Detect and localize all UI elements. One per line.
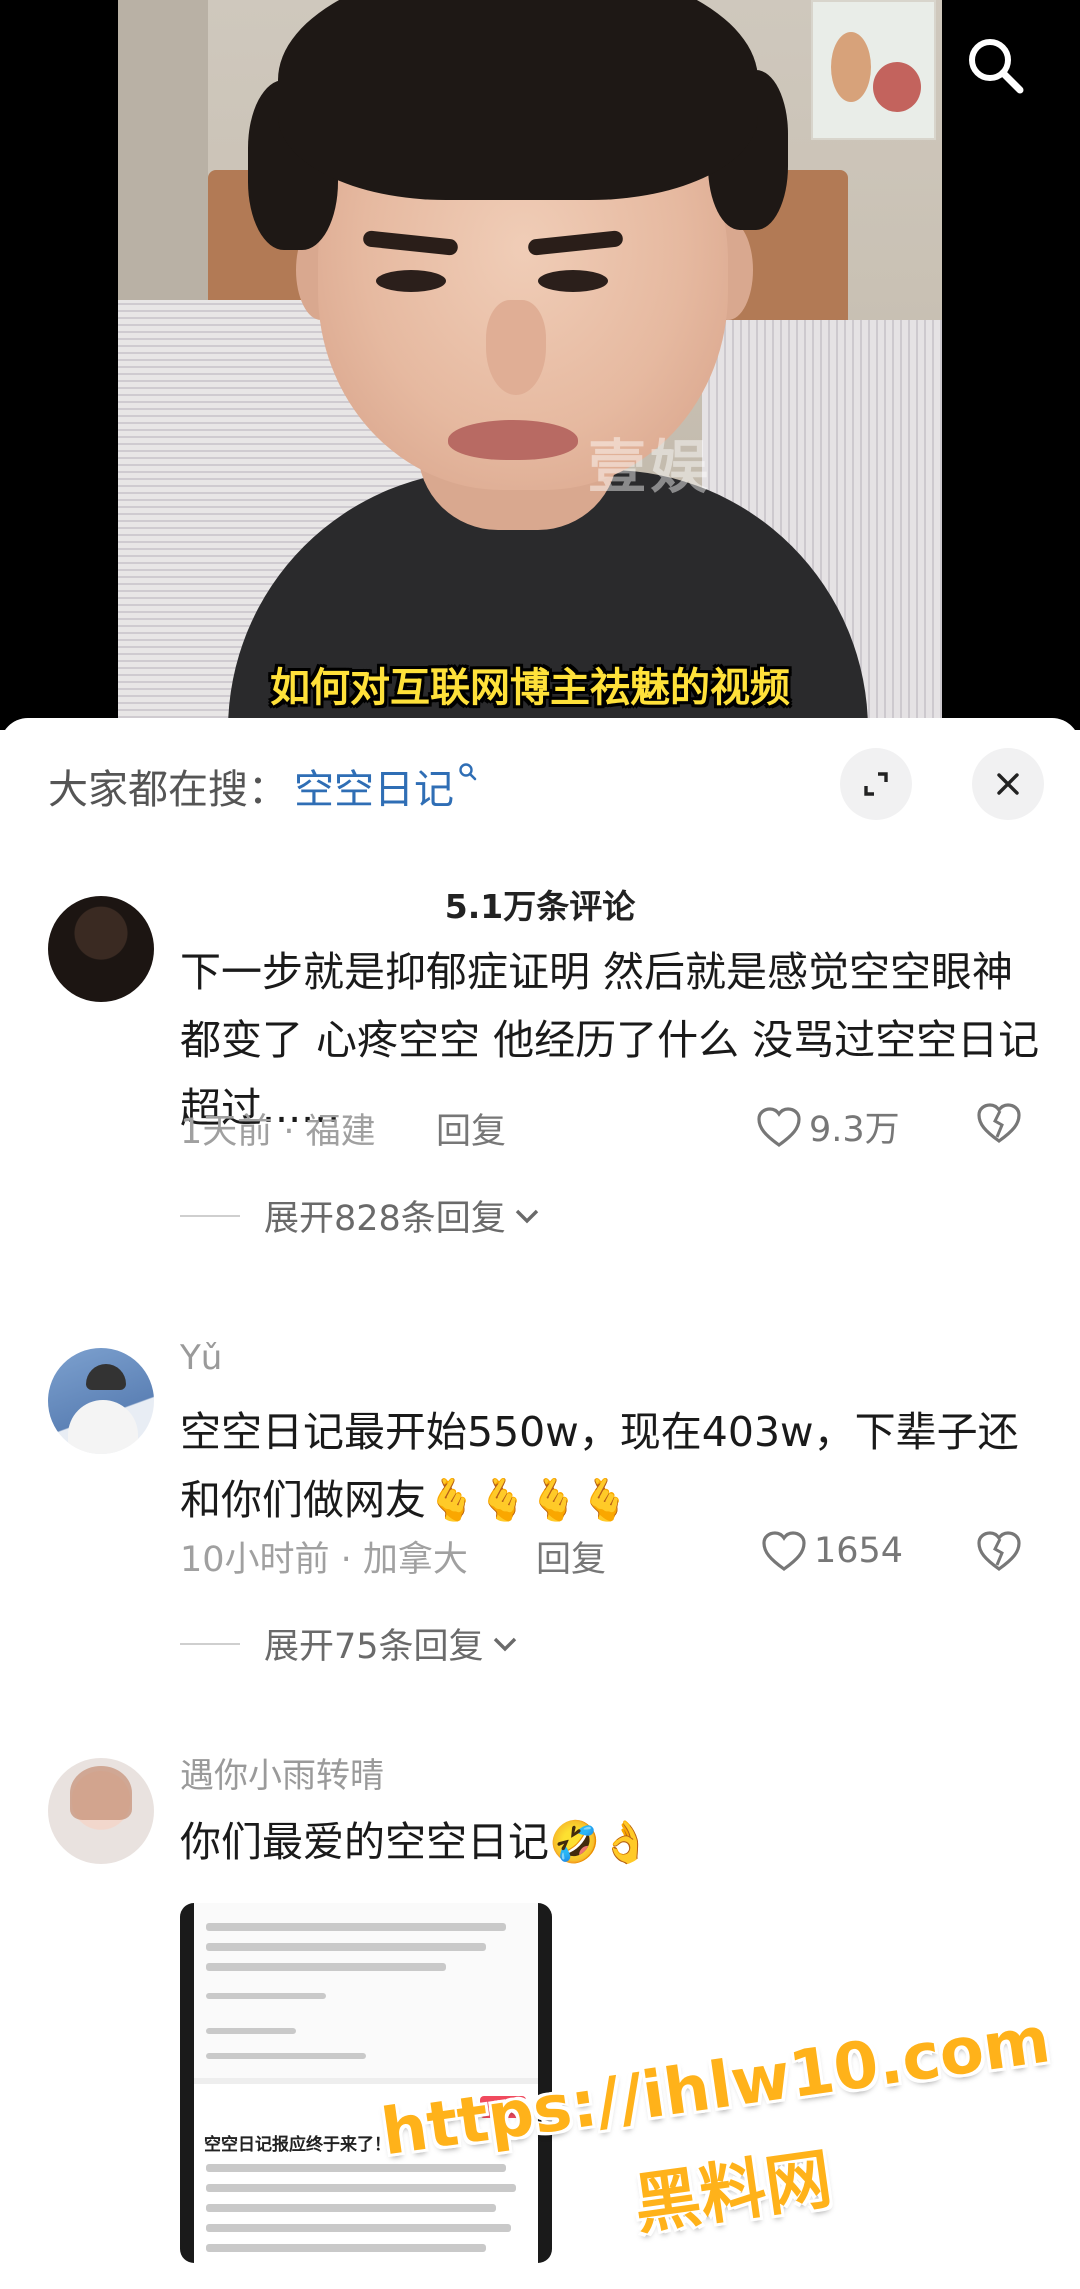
commenter-name[interactable]: 遇你小雨转晴: [180, 1748, 384, 1797]
dislike-button[interactable]: [975, 1101, 1023, 1149]
commenter-name[interactable]: Yǔ: [180, 1338, 222, 1378]
expand-replies[interactable]: 展开75条回复: [180, 1618, 518, 1669]
broken-heart-icon: [977, 1531, 1021, 1571]
watermark-label: 黑料网: [629, 2140, 837, 2244]
small-search-icon: [458, 756, 478, 816]
person-nose: [486, 300, 546, 395]
divider: [180, 1642, 240, 1645]
video-subtitle: 如何对互联网博主祛魅的视频: [270, 665, 790, 711]
broken-heart-icon: [977, 1103, 1021, 1143]
comment-time-location: 10小时前 · 加拿大: [180, 1540, 468, 1580]
comment-text: 空空日记最开始550w，现在403w，下辈子还和你们做网友🫰🫰🫰🫰: [180, 1408, 1019, 1524]
heart-icon: [762, 1531, 806, 1571]
like-button[interactable]: 1654: [760, 1529, 903, 1573]
chevron-down-icon: [515, 1209, 539, 1223]
wall-poster: [811, 0, 936, 140]
avatar[interactable]: [48, 896, 154, 1002]
heart-icon: [757, 1106, 801, 1147]
comment-text: 你们最爱的空空日记🤣👌: [180, 1818, 652, 1866]
wall: [118, 0, 208, 320]
comments-count: 5.1万条评论: [444, 887, 636, 926]
like-count: 1654: [814, 1531, 904, 1571]
reply-button[interactable]: 回复: [536, 1531, 606, 1582]
video-watermark: 壹娱: [588, 433, 713, 501]
expand-replies-label: 展开828条回复: [264, 1199, 506, 1239]
expand-icon[interactable]: [840, 748, 912, 820]
person-mouth: [448, 420, 578, 460]
close-icon[interactable]: [972, 748, 1044, 820]
expand-replies-label: 展开75条回复: [264, 1627, 484, 1667]
suggested-search-prefix: 大家都在搜：: [48, 767, 288, 813]
reply-button[interactable]: 回复: [436, 1103, 506, 1154]
avatar[interactable]: [48, 1758, 154, 1864]
person-eye: [376, 270, 446, 292]
dislike-button[interactable]: [975, 1529, 1023, 1577]
expand-replies[interactable]: 展开828条回复: [180, 1190, 540, 1241]
suggested-search[interactable]: 大家都在搜： 空空日记: [48, 756, 478, 816]
video-frame: 壹娱 如何对互联网博主祛魅的视频: [118, 0, 942, 730]
search-icon[interactable]: [960, 30, 1030, 100]
like-count: 9.3万: [809, 1110, 900, 1150]
suggested-search-term[interactable]: 空空日记: [294, 757, 454, 815]
chevron-down-icon: [493, 1637, 516, 1651]
avatar[interactable]: [48, 1348, 154, 1454]
app-screen: 壹娱 如何对互联网博主祛魅的视频 大家都在搜： 空空日记 5.1万条评论 下一步…: [0, 0, 1080, 2289]
divider: [180, 1214, 240, 1217]
comment-time-location: 1天前 · 福建: [180, 1112, 376, 1152]
person-eye: [538, 270, 608, 292]
video-player[interactable]: 壹娱 如何对互联网博主祛魅的视频: [0, 0, 1080, 730]
person-hair: [278, 0, 758, 200]
like-button[interactable]: 9.3万: [755, 1101, 900, 1152]
comment-image-title: 空空日记报应终于来了！: [204, 2135, 391, 2155]
